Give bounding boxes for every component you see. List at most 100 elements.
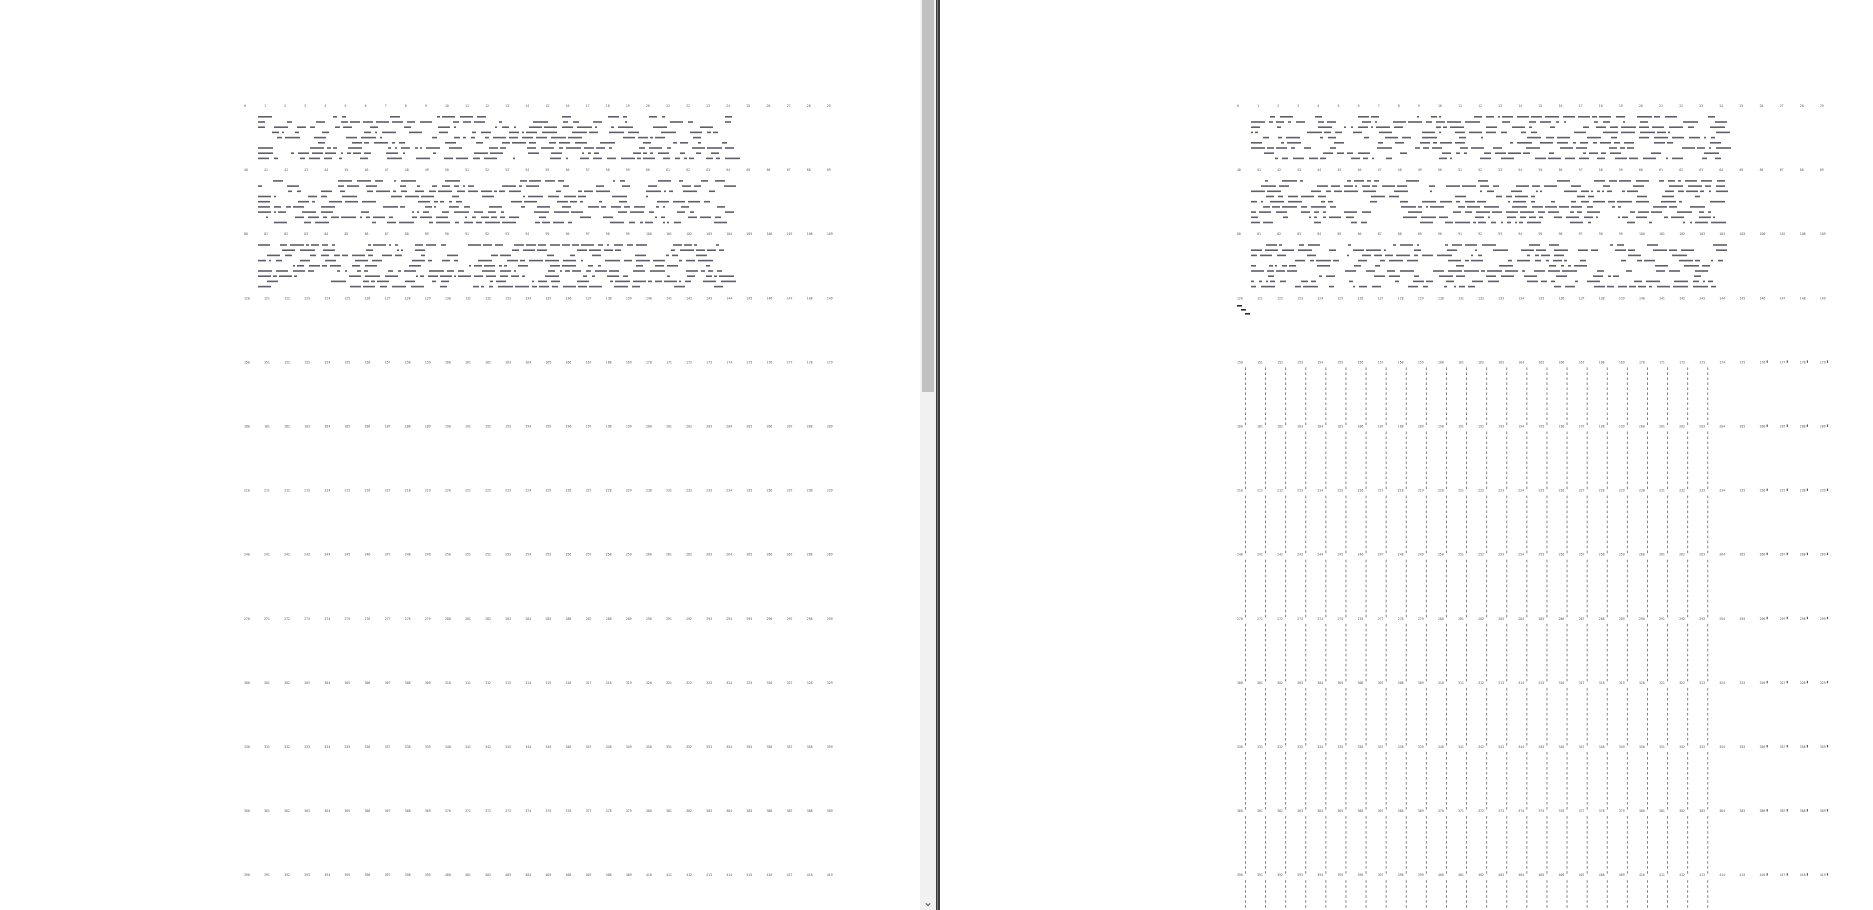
grid-number: 188 [405, 425, 411, 429]
grid-number: 290 [646, 617, 652, 621]
grid-number: 180 [1237, 425, 1243, 429]
grid-number: 180 [244, 425, 250, 429]
grid-number: 123 [1297, 296, 1303, 300]
grid-number: 49 [425, 168, 429, 172]
dotted-columns [1245, 623, 1709, 682]
ascii-art-block [258, 180, 736, 224]
grid-number: 199 [1619, 425, 1625, 429]
scrollbar-thumb[interactable] [922, 0, 934, 392]
grid-number: 104 [1719, 232, 1725, 236]
grid-number: 248 [405, 553, 411, 557]
grid-number: 402 [1478, 873, 1484, 877]
grid-number: 400 [445, 873, 451, 877]
grid-number: 59 [626, 168, 630, 172]
grid-number: 311 [1458, 681, 1464, 685]
grid-number: 232 [686, 489, 692, 493]
grid-number: 416 [1760, 873, 1766, 877]
grid-number: 103 [706, 232, 712, 236]
grid-number: 97 [1579, 232, 1583, 236]
grid-number: 397 [1378, 873, 1384, 877]
grid-number: 28 [1800, 104, 1804, 108]
grid-number: 149 [827, 296, 833, 300]
grid-number: 241 [264, 553, 270, 557]
grid-number: 341 [1458, 745, 1464, 749]
grid-number: 323 [706, 681, 712, 685]
grid-number: 41 [264, 168, 268, 172]
grid-number: 309 [425, 681, 431, 685]
grid-number: 361 [1257, 809, 1263, 813]
grid-number: 380 [1639, 809, 1645, 813]
grid-number: 108 [1800, 232, 1806, 236]
grid-number: 161 [1458, 360, 1464, 364]
grid-number: 88 [1398, 232, 1402, 236]
grid-number: 400 [1438, 873, 1444, 877]
dotted-columns [1245, 495, 1709, 554]
grid-number: 198 [1599, 425, 1605, 429]
grid-number: 409 [1619, 873, 1625, 877]
grid-number: 155 [345, 360, 351, 364]
grid-number: 41 [1257, 168, 1261, 172]
grid-number: 418 [807, 873, 813, 877]
grid-number: 324 [1719, 681, 1725, 685]
grid-number: 204 [1719, 425, 1725, 429]
grid-number: 63 [706, 168, 710, 172]
grid-number: 201 [666, 425, 672, 429]
grid-number: 357 [787, 745, 793, 749]
grid-marker [1786, 360, 1788, 363]
grid-number: 350 [646, 745, 652, 749]
grid-number: 395 [1338, 873, 1344, 877]
grid-number: 412 [1679, 873, 1685, 877]
grid-number: 213 [304, 489, 310, 493]
grid-number: 7 [385, 104, 387, 108]
grid-number: 95 [546, 232, 550, 236]
grid-number: 197 [586, 425, 592, 429]
grid-number: 334 [324, 745, 330, 749]
grid-number: 351 [666, 745, 672, 749]
grid-number: 382 [686, 809, 692, 813]
grid-number: 243 [1297, 553, 1303, 557]
grid-number: 53 [505, 168, 509, 172]
grid-number: 288 [606, 617, 612, 621]
grid-number: 233 [1699, 489, 1705, 493]
grid-number: 371 [465, 809, 471, 813]
grid-number: 179 [827, 360, 833, 364]
vertical-scrollbar[interactable]: ⌄ [920, 0, 936, 910]
grid-number: 16 [1559, 104, 1563, 108]
grid-number: 124 [324, 296, 330, 300]
grid-number: 69 [1820, 168, 1824, 172]
grid-number: 281 [1458, 617, 1464, 621]
grid-number: 151 [264, 360, 270, 364]
grid-number: 147 [1780, 296, 1786, 300]
grid-number: 214 [324, 489, 330, 493]
grid-number: 208 [807, 425, 813, 429]
grid-number: 330 [244, 745, 250, 749]
grid-number: 263 [1699, 553, 1705, 557]
grid-number: 125 [1338, 296, 1344, 300]
grid-number: 244 [324, 553, 330, 557]
grid-number: 235 [747, 489, 753, 493]
grid-number: 325 [1740, 681, 1746, 685]
grid-number: 286 [1559, 617, 1565, 621]
grid-number: 296 [1760, 617, 1766, 621]
grid-number: 185 [345, 425, 351, 429]
grid-number: 159 [425, 360, 431, 364]
grid-number: 248 [1398, 553, 1404, 557]
grid-number: 399 [1418, 873, 1424, 877]
grid-number: 212 [284, 489, 290, 493]
scroll-down-arrow-icon[interactable]: ⌄ [920, 894, 936, 910]
grid-number: 396 [1358, 873, 1364, 877]
grid-number: 58 [606, 168, 610, 172]
grid-number: 201 [1659, 425, 1665, 429]
dotted-columns [1245, 752, 1709, 810]
grid-number: 200 [646, 425, 652, 429]
grid-number: 205 [1740, 425, 1746, 429]
grid-marker [1786, 680, 1788, 684]
grid-number: 46 [365, 168, 369, 172]
grid-number: 89 [1418, 232, 1422, 236]
grid-number: 17 [586, 104, 590, 108]
grid-number: 381 [1659, 809, 1665, 813]
grid-number: 26 [767, 104, 771, 108]
grid-number: 216 [1358, 489, 1364, 493]
grid-number: 23 [1699, 104, 1703, 108]
grid-number: 252 [1478, 553, 1484, 557]
